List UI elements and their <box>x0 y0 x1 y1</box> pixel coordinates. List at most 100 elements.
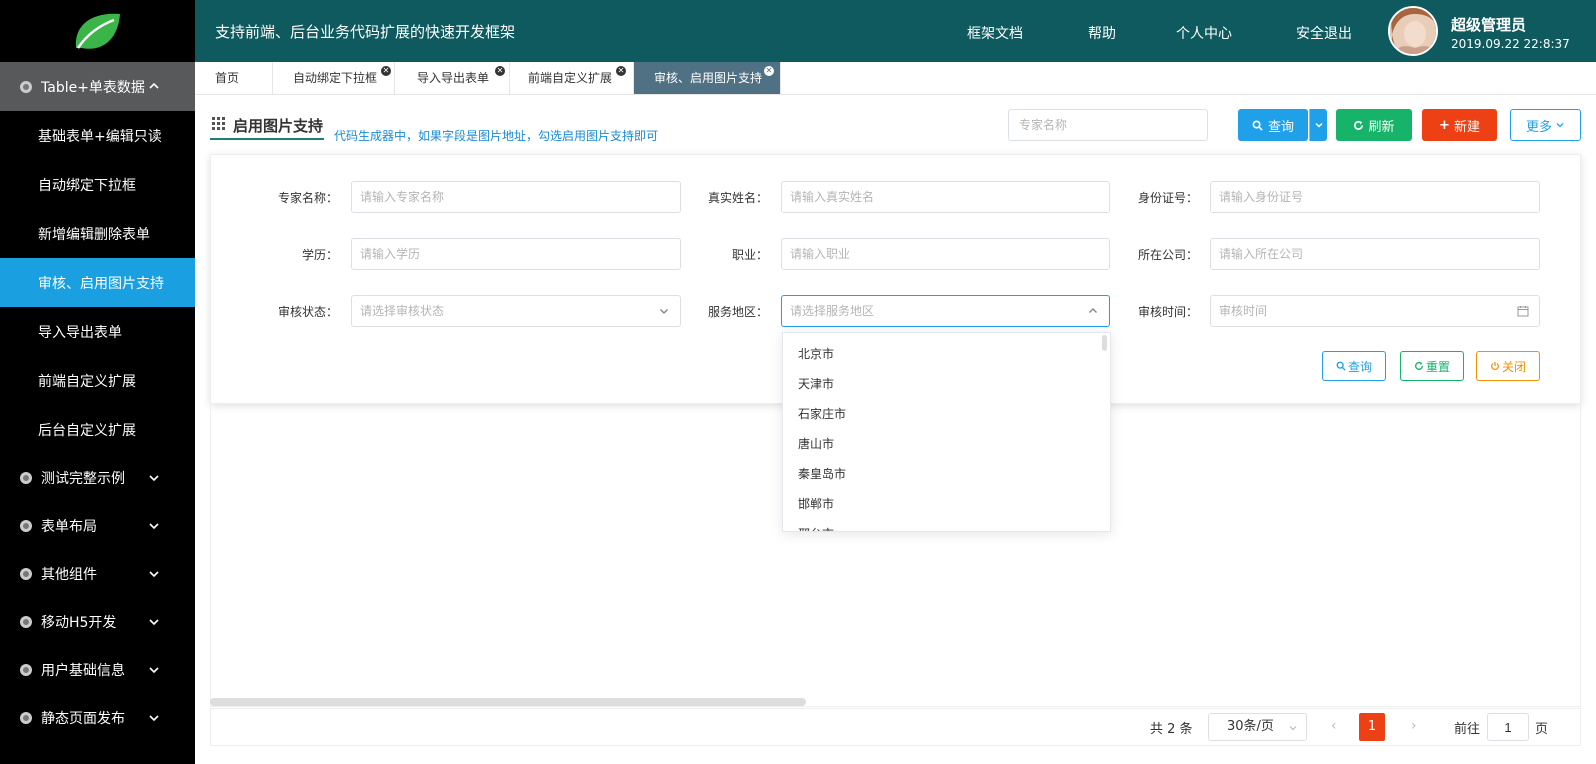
tab-bar: 首页 自动绑定下拉框 ✕ 导入导出表单 ✕ 前端自定义扩展 ✕ 审核、启用图片支… <box>195 62 1596 95</box>
tab-import-export[interactable]: 导入导出表单 ✕ <box>395 62 510 94</box>
plus-icon: + <box>1439 117 1450 133</box>
audit-time-label: 审核时间： <box>1137 305 1198 319</box>
education-input[interactable] <box>351 238 681 270</box>
page-title: 启用图片支持 <box>233 117 324 135</box>
next-page-icon[interactable]: › <box>1411 718 1417 734</box>
query-button[interactable]: 查询 <box>1238 109 1308 141</box>
user-name: 超级管理员 <box>1451 16 1527 34</box>
dropdown-scrollbar[interactable] <box>1102 335 1107 351</box>
close-icon[interactable]: ✕ <box>764 66 774 76</box>
chevron-down-icon <box>1289 726 1297 731</box>
chevron-down-icon <box>149 619 159 626</box>
nav-help-link[interactable]: 帮助 <box>1088 23 1116 43</box>
filter-close-button[interactable]: 关闭 <box>1476 351 1540 381</box>
tab-auto-dropdown[interactable]: 自动绑定下拉框 ✕ <box>273 62 395 94</box>
dropdown-option[interactable]: 北京市 <box>783 339 1110 369</box>
sidebar-group-layout[interactable]: 表单布局 <box>0 502 195 550</box>
page-hint: 代码生成器中，如果字段是图片地址，勾选启用图片支持即可 <box>334 129 659 143</box>
leaf-logo-icon <box>75 13 120 49</box>
sidebar-group-label: 其他组件 <box>41 567 97 583</box>
nav-logout-link[interactable]: 安全退出 <box>1296 23 1352 43</box>
sidebar-item-frontend-ext[interactable]: 前端自定义扩展 <box>0 356 195 405</box>
sidebar-group-user-info[interactable]: 用户基础信息 <box>0 646 195 694</box>
circle-icon <box>20 712 32 724</box>
sidebar-group-label: 移动H5开发 <box>41 615 117 631</box>
dropdown-option[interactable]: 唐山市 <box>783 429 1110 459</box>
refresh-button[interactable]: 刷新 <box>1336 109 1412 141</box>
chevron-down-icon <box>660 309 668 314</box>
dropdown-option[interactable]: 秦皇岛市 <box>783 459 1110 489</box>
sidebar-item-audit-image[interactable]: 审核、启用图片支持 <box>0 258 195 307</box>
dropdown-option[interactable]: 石家庄市 <box>783 399 1110 429</box>
education-label: 学历： <box>301 248 338 262</box>
dropdown-option[interactable]: 天津市 <box>783 369 1110 399</box>
dropdown-option[interactable]: 邢台市 <box>783 519 1110 531</box>
service-region-dropdown: 北京市 天津市 石家庄市 唐山市 秦皇岛市 邯郸市 邢台市 <box>782 332 1111 532</box>
new-button-label: 新建 <box>1453 119 1480 135</box>
circle-icon <box>20 80 32 93</box>
more-button[interactable]: 更多 <box>1510 109 1581 141</box>
sidebar-group-label: 表单布局 <box>41 519 97 535</box>
app-slogan: 支持前端、后台业务代码扩展的快速开发框架 <box>215 23 516 41</box>
page-unit-label: 页 <box>1535 722 1549 737</box>
sidebar: Table+单表数据 基础表单+编辑只读 自动绑定下拉框 新增编辑删除表单 审核… <box>0 0 195 764</box>
id-number-label: 身份证号： <box>1137 191 1198 205</box>
sidebar-group-table[interactable]: Table+单表数据 <box>0 62 195 111</box>
filter-query-button[interactable]: 查询 <box>1322 351 1386 381</box>
audit-status-select[interactable]: 请选择审核状态 <box>351 295 681 327</box>
nav-docs-link[interactable]: 框架文档 <box>967 23 1023 43</box>
filter-query-label: 查询 <box>1347 359 1372 374</box>
company-input[interactable] <box>1210 238 1540 270</box>
select-placeholder: 请选择服务地区 <box>790 304 875 318</box>
id-number-input[interactable] <box>1210 181 1540 213</box>
circle-icon <box>20 664 32 676</box>
sidebar-group-static-publish[interactable]: 静态页面发布 <box>0 694 195 742</box>
sidebar-item-basic-form[interactable]: 基础表单+编辑只读 <box>0 111 195 160</box>
page-size-select[interactable]: 30条/页 <box>1208 713 1307 741</box>
goto-page-input[interactable] <box>1487 713 1529 741</box>
company-label: 所在公司： <box>1137 248 1198 262</box>
horizontal-scrollbar[interactable] <box>210 698 806 706</box>
filter-reset-button[interactable]: 重置 <box>1400 351 1464 381</box>
nav-profile-link[interactable]: 个人中心 <box>1176 23 1232 43</box>
sidebar-item-auto-dropdown[interactable]: 自动绑定下拉框 <box>0 160 195 209</box>
tab-home[interactable]: 首页 <box>195 62 273 94</box>
sidebar-group-label: 测试完整示例 <box>41 471 125 487</box>
close-icon[interactable]: ✕ <box>616 66 626 76</box>
avatar[interactable] <box>1388 6 1438 56</box>
calendar-icon <box>1517 306 1529 317</box>
close-icon[interactable]: ✕ <box>495 66 505 76</box>
logo <box>0 0 195 62</box>
chevron-down-icon <box>1314 122 1323 128</box>
tab-label: 首页 <box>215 71 240 85</box>
service-region-select[interactable]: 请选择服务地区 <box>781 295 1110 327</box>
chevron-down-icon <box>149 523 159 530</box>
service-region-label: 服务地区： <box>707 305 768 319</box>
sidebar-item-crud-form[interactable]: 新增编辑删除表单 <box>0 209 195 258</box>
chevron-down-icon <box>149 475 159 482</box>
tab-audit-image[interactable]: 审核、启用图片支持 ✕ <box>634 62 781 94</box>
dropdown-option[interactable]: 邯郸市 <box>783 489 1110 519</box>
current-page[interactable]: 1 <box>1359 713 1385 741</box>
audit-time-picker[interactable]: 审核时间 <box>1210 295 1540 327</box>
tab-label: 自动绑定下拉框 <box>293 71 378 85</box>
real-name-input[interactable] <box>781 181 1110 213</box>
sidebar-item-import-export[interactable]: 导入导出表单 <box>0 307 195 356</box>
sidebar-item-label: 新增编辑删除表单 <box>38 226 150 243</box>
sidebar-group-h5[interactable]: 移动H5开发 <box>0 598 195 646</box>
current-datetime: 2019.09.22 22:8:37 <box>1451 37 1570 51</box>
expert-name-search-input[interactable] <box>1008 109 1208 141</box>
sidebar-group-test[interactable]: 测试完整示例 <box>0 454 195 502</box>
expert-name-input[interactable] <box>351 181 681 213</box>
sidebar-group-components[interactable]: 其他组件 <box>0 550 195 598</box>
sidebar-item-backend-ext[interactable]: 后台自定义扩展 <box>0 405 195 454</box>
sidebar-item-label: 导入导出表单 <box>38 324 122 341</box>
query-dropdown-button[interactable] <box>1309 109 1327 141</box>
close-icon[interactable]: ✕ <box>381 66 391 76</box>
prev-page-icon[interactable]: ‹ <box>1331 718 1337 734</box>
tab-frontend-ext[interactable]: 前端自定义扩展 ✕ <box>510 62 634 94</box>
new-button[interactable]: + 新建 <box>1422 109 1497 141</box>
occupation-input[interactable] <box>781 238 1110 270</box>
topbar: 支持前端、后台业务代码扩展的快速开发框架 框架文档 帮助 个人中心 安全退出 超… <box>195 0 1596 62</box>
sidebar-group-label: 静态页面发布 <box>41 711 125 727</box>
